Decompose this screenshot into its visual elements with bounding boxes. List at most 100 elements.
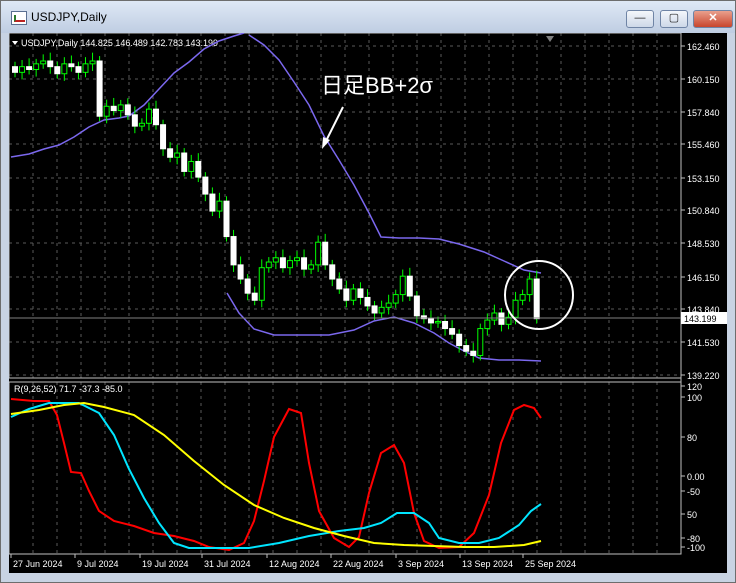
- candle-body: [406, 275, 413, 297]
- panel-menu-icon[interactable]: [12, 41, 18, 45]
- chart-area[interactable]: USDJPY,Daily 144.825 146.489 142.783 143…: [8, 32, 727, 573]
- price-tick-label: 141.530: [687, 338, 720, 348]
- candle-body: [519, 294, 526, 301]
- candle-body: [26, 66, 33, 70]
- candle-body: [322, 241, 329, 266]
- candle-body: [216, 200, 223, 212]
- candle-body: [470, 350, 477, 356]
- candle-body: [75, 66, 82, 73]
- chart-canvas[interactable]: USDJPY,Daily 144.825 146.489 142.783 143…: [8, 32, 727, 573]
- candle-body: [371, 305, 378, 314]
- date-tick-label: 3 Sep 2024: [398, 559, 444, 569]
- candle-body: [68, 63, 75, 68]
- price-tick-label: 160.150: [687, 75, 720, 85]
- bb-annotation-text: 日足BB+2σ: [321, 73, 433, 98]
- candle-body: [343, 288, 350, 301]
- bb-lower-line: [226, 292, 542, 362]
- candle-body: [265, 261, 272, 269]
- candle-body: [533, 278, 540, 320]
- candle-body: [124, 104, 131, 116]
- close-button[interactable]: ✕: [693, 10, 733, 28]
- candle-body: [512, 299, 519, 318]
- window-title: USDJPY,Daily: [31, 10, 107, 24]
- price-tick-label: 139.220: [687, 371, 720, 381]
- candle-body: [364, 296, 371, 307]
- candle-body: [54, 66, 61, 75]
- candle-body: [392, 294, 399, 304]
- chart-info-text: USDJPY,Daily 144.825 146.489 142.783 143…: [21, 38, 218, 48]
- price-tick-label: 153.150: [687, 174, 720, 184]
- candle-body: [174, 152, 181, 158]
- candle-body: [33, 63, 40, 70]
- date-tick-label: 13 Sep 2024: [462, 559, 513, 569]
- candle-body: [399, 275, 406, 296]
- title-bar[interactable]: USDJPY,Daily — ▢ ✕: [1, 1, 735, 33]
- candle-body: [463, 345, 470, 352]
- candle-body: [82, 63, 89, 73]
- candle-body: [336, 278, 343, 290]
- indicator-tick-label: -100: [687, 543, 705, 553]
- date-tick-label: 19 Jul 2024: [142, 559, 189, 569]
- candle-body: [230, 236, 237, 266]
- candle-body: [96, 60, 103, 117]
- candle-body: [237, 264, 244, 280]
- candle-body: [19, 66, 26, 73]
- candle-body: [89, 60, 96, 65]
- r26-line: [10, 402, 542, 549]
- candle-body: [413, 295, 420, 317]
- candle-body: [251, 292, 258, 301]
- candle-body: [138, 122, 145, 127]
- candle-body: [385, 302, 392, 308]
- candle-body: [435, 320, 441, 324]
- candle-body: [258, 267, 265, 301]
- price-tick-label: 157.840: [687, 108, 720, 118]
- price-tick-label: 146.150: [687, 273, 720, 283]
- indicator-tick-label: -50: [687, 487, 700, 497]
- indicator-tick-label: 120: [687, 382, 702, 392]
- candle-body: [484, 319, 491, 330]
- candle-body: [223, 200, 230, 238]
- bb-lower-line-early: [10, 32, 245, 158]
- candle-body: [294, 257, 300, 262]
- candle-body: [103, 105, 110, 117]
- candle-body: [244, 278, 251, 294]
- date-tick-label: 22 Aug 2024: [333, 559, 384, 569]
- candle-body: [329, 264, 336, 280]
- bb-upper-line: [248, 34, 542, 274]
- minimize-button[interactable]: —: [626, 10, 654, 28]
- candle-body: [427, 318, 434, 324]
- chart-window-icon: [11, 11, 27, 25]
- candle-body: [449, 328, 456, 335]
- candle-body: [350, 288, 357, 301]
- candle-body: [160, 124, 167, 150]
- candle-body: [47, 60, 54, 68]
- r9-line: [10, 398, 542, 552]
- maximize-button[interactable]: ▢: [660, 10, 688, 28]
- indicator-tick-label: 50: [687, 510, 697, 520]
- candle-body: [286, 260, 293, 269]
- candle-body: [167, 148, 174, 158]
- date-tick-label: 9 Jul 2024: [77, 559, 119, 569]
- indicator-tick-label: 0.00: [687, 472, 705, 482]
- candle-body: [153, 108, 159, 126]
- candle-body: [315, 241, 322, 266]
- candle-body: [181, 152, 188, 172]
- candle-body: [110, 105, 117, 112]
- price-tick-label: 150.840: [687, 206, 720, 216]
- candle-body: [357, 288, 364, 298]
- current-price-label: 143.199: [684, 314, 717, 324]
- candle-body: [188, 161, 195, 172]
- price-tick-label: 148.530: [687, 239, 720, 249]
- candle-body: [117, 104, 124, 112]
- candle-body: [202, 176, 209, 195]
- candle-body: [209, 193, 216, 212]
- chart-shift-icon[interactable]: [546, 36, 554, 42]
- indicator-tick-label: 100: [687, 393, 702, 403]
- indicator-tick-label: 80: [687, 433, 697, 443]
- candle-body: [272, 257, 279, 263]
- candle-body: [442, 320, 449, 330]
- indicator-info-text: R(9,26,52) 71.7 -37.3 -85.0: [14, 384, 123, 394]
- candle-body: [498, 312, 505, 325]
- price-tick-label: 155.460: [687, 140, 720, 150]
- date-tick-label: 12 Aug 2024: [269, 559, 320, 569]
